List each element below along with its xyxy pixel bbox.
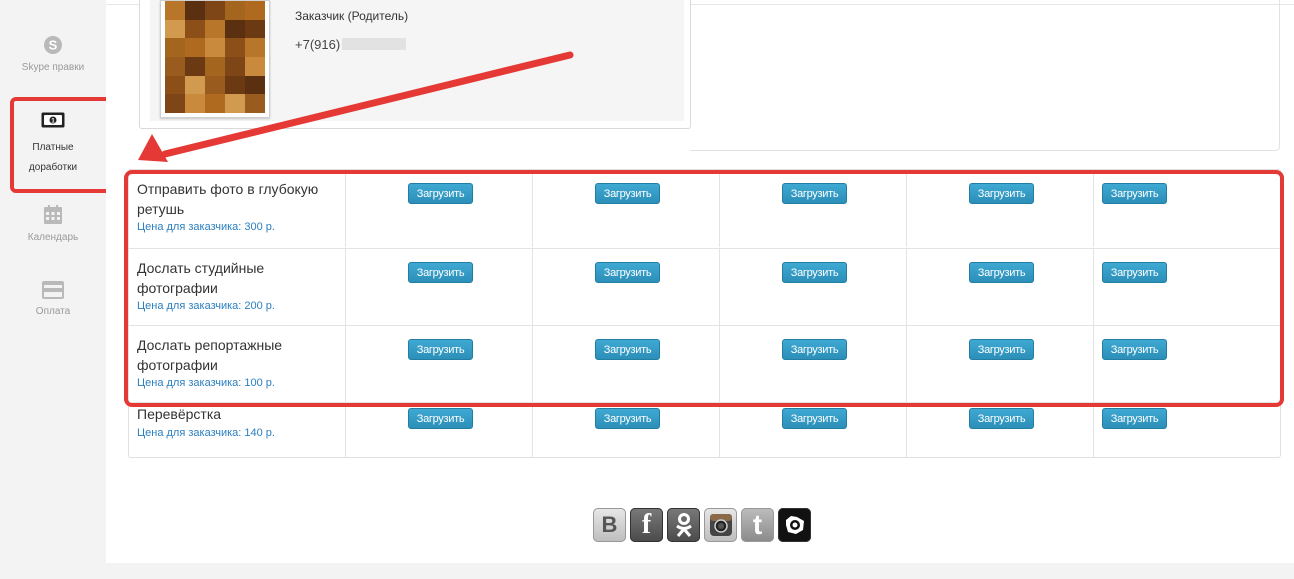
odnoklassniki-glyph: [675, 513, 692, 537]
calendar-icon: [44, 205, 62, 224]
task-row: Перевёрстка Цена для заказчика: 140 р. Заг…: [129, 402, 1280, 458]
moymir-glyph: [785, 516, 804, 534]
photo-pixel: [245, 56, 265, 76]
sidebar-item-label: Оплата: [35, 306, 71, 317]
photo-pixel: [205, 19, 225, 39]
task-name-cell: Перевёрстка Цена для заказчика: 140 р.: [129, 403, 345, 458]
credit-card-icon: [42, 281, 64, 299]
photo-pixel: [245, 19, 265, 39]
photo-pixel: [185, 19, 205, 39]
photo-pixel: [205, 56, 225, 76]
photo-pixel: [225, 94, 245, 113]
upload-cell: Загрузить: [719, 403, 907, 458]
upload-cell: Загрузить: [532, 403, 720, 458]
photo-pixel: [205, 75, 225, 95]
upload-cell: Загрузить: [345, 403, 533, 458]
customer-role: Заказчик (Родитель): [295, 9, 409, 23]
twitter-icon[interactable]: t: [741, 508, 774, 542]
photo-pixel: [185, 75, 205, 95]
photo-pixel: [225, 19, 245, 39]
highlight-table-box: [124, 170, 1284, 407]
photo-pixel: [245, 38, 265, 57]
photo-pixel: [205, 94, 225, 113]
skype-icon: S: [44, 36, 62, 54]
phone-prefix: +7(916): [295, 37, 341, 52]
photo-pixel: [165, 94, 185, 113]
sidebar-item-payment[interactable]: Оплата: [0, 280, 106, 317]
highlight-sidebar-box: [10, 97, 113, 193]
sidebar-item-label: Skype правки: [21, 62, 85, 73]
photo-pixel: [225, 56, 245, 76]
instagram-glyph: [709, 514, 732, 536]
photo-pixel: [165, 56, 185, 76]
facebook-icon[interactable]: f: [630, 508, 663, 542]
svg-text:S: S: [49, 38, 58, 53]
photo-pixel: [165, 38, 185, 57]
photo-pixel: [205, 1, 225, 20]
upload-cell: Загрузить: [906, 403, 1094, 458]
vk-icon[interactable]: B: [593, 508, 626, 542]
sidebar-item-label: Календарь: [27, 232, 79, 243]
photo-pixel: [225, 75, 245, 95]
upload-button[interactable]: Загрузить: [408, 408, 473, 429]
photo-pixel: [165, 19, 185, 39]
upload-button[interactable]: Загрузить: [969, 408, 1034, 429]
photo-pixel: [245, 94, 265, 113]
photo-pixel: [185, 56, 205, 76]
photo-pixel: [185, 38, 205, 57]
task-title: Перевёрстка: [137, 406, 222, 422]
upload-button[interactable]: Загрузить: [782, 408, 847, 429]
photo-pixel: [245, 75, 265, 95]
customer-card: Заказчик (Родитель) +7(916): [139, 0, 691, 129]
photo-pixel: [245, 1, 265, 20]
photo-pixel: [225, 38, 245, 57]
photo-pixel: [205, 38, 225, 57]
sidebar-item-calendar[interactable]: Календарь: [0, 204, 106, 243]
odnoklassniki-icon[interactable]: [667, 508, 700, 542]
upload-cell: Загрузить: [1093, 403, 1281, 458]
customer-card-body: Заказчик (Родитель) +7(916): [150, 0, 684, 121]
customer-photo[interactable]: [160, 0, 270, 118]
instagram-icon[interactable]: [704, 508, 737, 542]
customer-phone: +7(916): [295, 37, 407, 52]
photo-pixel: [165, 1, 185, 20]
upload-button[interactable]: Загрузить: [595, 408, 660, 429]
upload-button[interactable]: Загрузить: [1102, 408, 1167, 429]
pixelated-photo: [165, 1, 265, 113]
panel-frame: [690, 0, 1280, 151]
photo-pixel: [165, 75, 185, 95]
task-price: Цена для заказчика: 140 р.: [137, 427, 275, 439]
phone-redacted: [342, 38, 407, 50]
photo-pixel: [225, 1, 245, 20]
moymir-icon[interactable]: [778, 508, 811, 542]
photo-pixel: [185, 1, 205, 20]
photo-pixel: [185, 94, 205, 113]
sidebar-item-skype[interactable]: S Skype правки: [0, 34, 106, 73]
sidebar: S Skype правки 1 Платные доработки Кален…: [0, 0, 106, 579]
social-links: B f t: [593, 508, 811, 544]
